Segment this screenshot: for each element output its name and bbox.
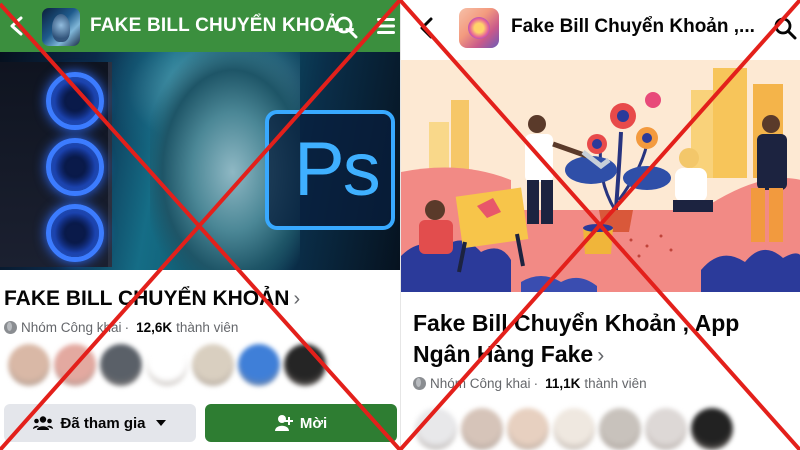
pc-case-icon (0, 62, 112, 267)
group-thumbnail[interactable] (42, 8, 80, 46)
group-type: Nhóm Công khai (21, 320, 122, 335)
member-avatar[interactable] (415, 408, 457, 450)
group-meta: Nhóm Công khai · 11,1K thành viên (413, 376, 647, 391)
globe-icon (4, 321, 17, 334)
member-avatar[interactable] (599, 408, 641, 450)
photoshop-logo-text: Ps (294, 127, 381, 212)
header-title: FAKE BILL CHUYỂN KHOẢ... (90, 15, 356, 36)
member-avatars[interactable] (8, 344, 330, 386)
member-avatar[interactable] (146, 344, 188, 386)
right-group-screenshot: Fake Bill Chuyển Khoản ,... Fake Bill Ch… (400, 0, 800, 450)
member-avatars[interactable] (415, 408, 737, 450)
meta-separator: · (124, 320, 130, 335)
menu-icon[interactable] (376, 16, 396, 36)
invite-button-label: Mời (299, 414, 328, 432)
left-group-screenshot: FAKE BILL CHUYỂN KHOẢ... Ps FAKE BILL CH… (0, 0, 400, 450)
member-count[interactable]: 12,6K (136, 320, 172, 335)
group-type: Nhóm Công khai (430, 376, 531, 391)
group-members-icon (33, 416, 54, 430)
group-name-text: Fake Bill Chuyển Khoản , App Ngân Hàng F… (413, 310, 740, 367)
add-person-icon (274, 415, 293, 431)
member-avatar[interactable] (100, 344, 142, 386)
group-cover-photo: Ps (0, 52, 400, 270)
group-name-text: FAKE BILL CHUYỂN KHOẢN (4, 287, 290, 310)
chevron-right-icon: › (597, 344, 605, 367)
joined-button[interactable]: Đã tham gia (4, 404, 196, 442)
member-avatar[interactable] (507, 408, 549, 450)
right-app-header: Fake Bill Chuyển Khoản ,... (401, 0, 800, 56)
group-name[interactable]: FAKE BILL CHUYỂN KHOẢN › (4, 287, 300, 311)
search-icon[interactable] (773, 16, 797, 40)
back-arrow-icon[interactable] (417, 16, 437, 40)
header-title: Fake Bill Chuyển Khoản ,... (511, 16, 755, 37)
left-app-header: FAKE BILL CHUYỂN KHOẢ... (0, 0, 400, 52)
chevron-right-icon: › (293, 288, 301, 310)
gardening-illustration (401, 60, 800, 292)
search-icon[interactable] (334, 15, 358, 39)
group-cover-illustration (401, 60, 800, 292)
members-label: thành viên (176, 320, 239, 335)
invite-button[interactable]: Mời (205, 404, 397, 442)
group-thumbnail[interactable] (459, 8, 499, 48)
member-avatar[interactable] (691, 408, 733, 450)
meta-separator: · (533, 376, 539, 391)
member-avatar[interactable] (553, 408, 595, 450)
member-avatar[interactable] (8, 344, 50, 386)
member-avatar[interactable] (192, 344, 234, 386)
caret-down-icon (155, 420, 166, 426)
member-avatar[interactable] (284, 344, 326, 386)
globe-icon (413, 377, 426, 390)
group-name[interactable]: Fake Bill Chuyển Khoản , App Ngân Hàng F… (413, 308, 800, 371)
member-avatar[interactable] (461, 408, 503, 450)
group-meta: Nhóm Công khai · 12,6K thành viên (4, 320, 238, 335)
member-avatar[interactable] (54, 344, 96, 386)
member-count[interactable]: 11,1K (545, 376, 580, 391)
joined-button-label: Đã tham gia (60, 414, 146, 432)
back-arrow-icon[interactable] (6, 14, 28, 38)
member-avatar[interactable] (238, 344, 280, 386)
member-avatar[interactable] (645, 408, 687, 450)
members-label: thành viên (584, 376, 647, 391)
